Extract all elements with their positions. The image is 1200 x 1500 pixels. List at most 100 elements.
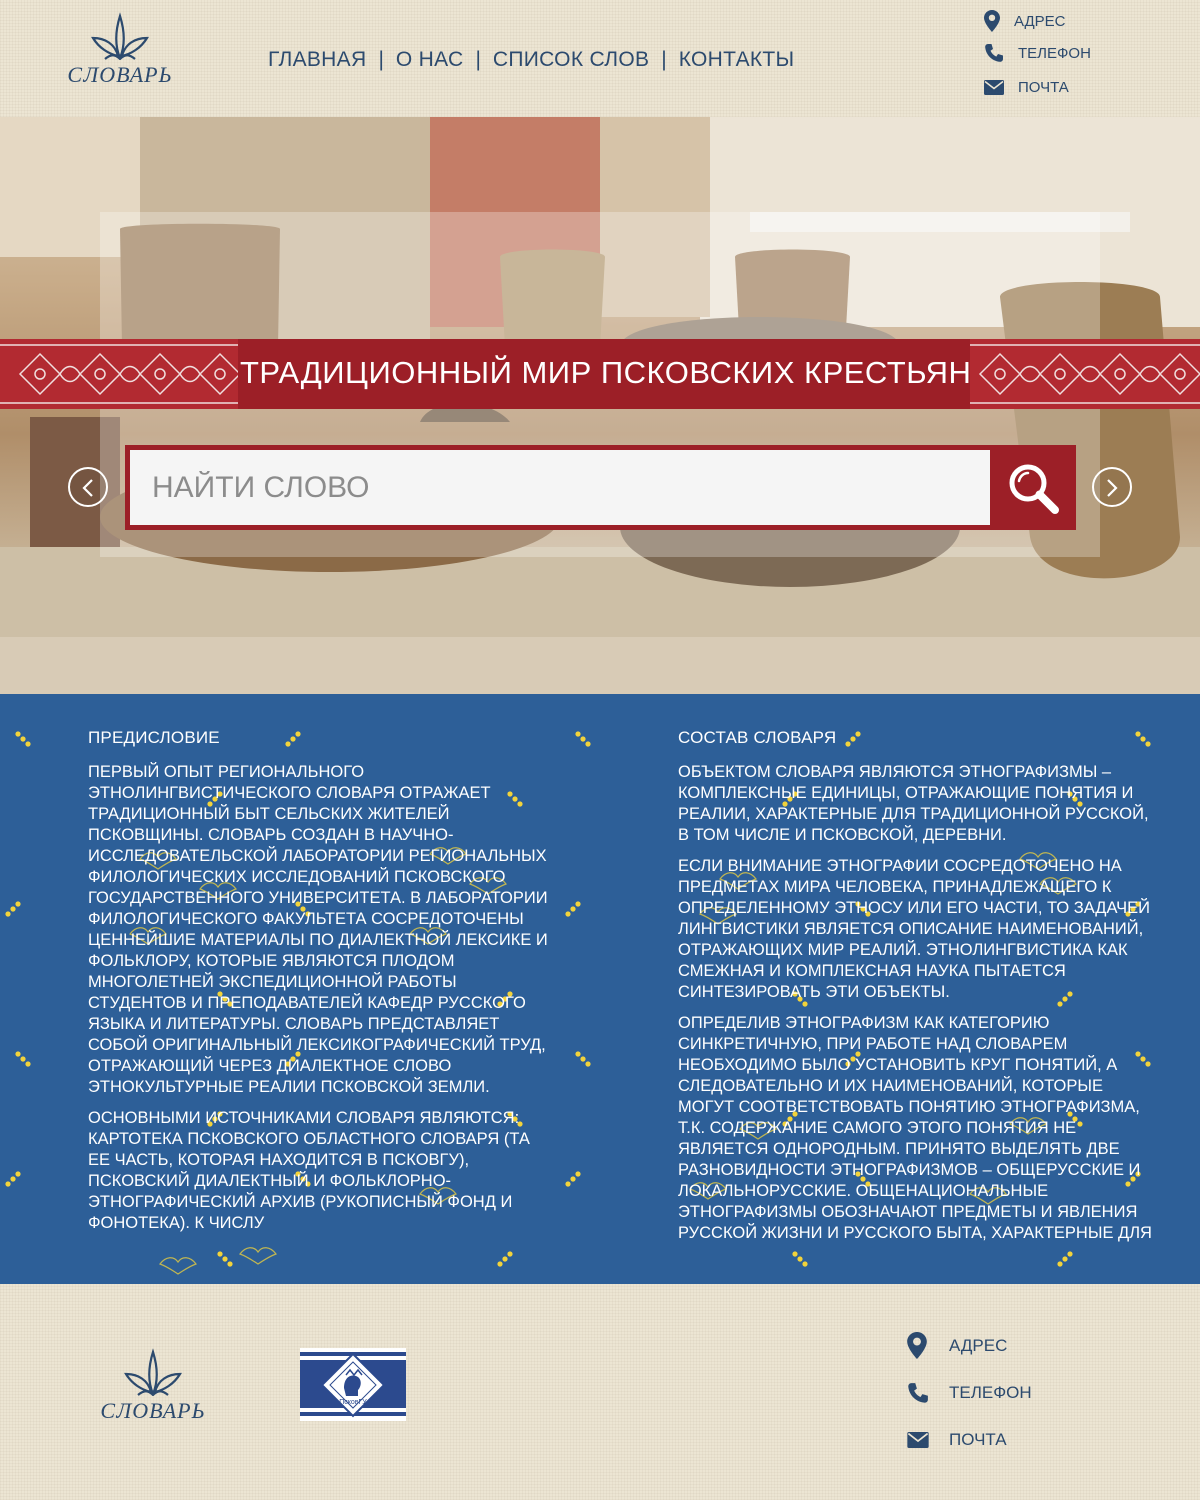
decor-dot <box>20 1056 26 1062</box>
envelope-icon <box>984 80 1004 95</box>
university-logo-text: ПсковГУ <box>339 1399 367 1406</box>
slider-prev-button[interactable] <box>68 467 108 507</box>
header-phone-label: ТЕЛЕФОН <box>1018 44 1091 62</box>
decor-dot <box>507 1251 513 1257</box>
logo-sprout-icon <box>124 1348 182 1396</box>
decor-dot <box>15 901 21 907</box>
decor-dot <box>227 1261 233 1267</box>
decor-bird <box>159 1257 197 1275</box>
footer-address-label: АДРЕС <box>949 1335 1008 1355</box>
university-emblem-icon: ПсковГУ <box>300 1348 406 1421</box>
footer-email-link[interactable]: ПОЧТА <box>907 1430 1007 1450</box>
chevron-left-icon <box>82 479 93 497</box>
decor-dot <box>497 1261 503 1267</box>
site-footer: СЛОВАРЬ ПсковГУ АДРЕС ТЕЛЕФОН ПОЧТА <box>0 1284 1200 1500</box>
header-phone-link[interactable]: ТЕЛЕФОН <box>984 43 1091 63</box>
location-pin-icon <box>907 1332 927 1359</box>
footer-phone-label: ТЕЛЕФОН <box>949 1383 1032 1402</box>
composition-paragraph: ОПРЕДЕЛИВ ЭТНОГРАФИЗМ КАК КАТЕГОРИЮ СИНК… <box>678 1014 1152 1242</box>
header-contacts: АДРЕС ТЕЛЕФОН ПОЧТА <box>984 10 1184 110</box>
header-address-link[interactable]: АДРЕС <box>984 10 1066 32</box>
decor-dot <box>1057 1261 1063 1267</box>
header-address-label: АДРЕС <box>1014 12 1066 30</box>
decor-dot <box>222 1256 228 1262</box>
nav-separator: | <box>661 48 667 71</box>
hero-section: ТРАДИЦИОННЫЙ МИР ПСКОВСКИХ КРЕСТЬЯН <box>0 117 1200 694</box>
preface-paragraph: ПЕРВЫЙ ОПЫТ РЕГИОНАЛЬНОГО ЭТНОЛИНГВИСТИЧ… <box>88 763 548 1096</box>
footer-email-label: ПОЧТА <box>949 1430 1007 1449</box>
slider-next-button[interactable] <box>1092 467 1132 507</box>
ornament-left <box>0 339 238 409</box>
site-logo[interactable]: СЛОВАРЬ <box>60 10 180 88</box>
decor-dot <box>580 1056 586 1062</box>
university-logo[interactable]: ПсковГУ <box>300 1348 406 1421</box>
decor-dot <box>570 1176 576 1182</box>
footer-contacts: АДРЕС ТЕЛЕФОН ПОЧТА <box>907 1332 1107 1462</box>
nav-separator: | <box>475 48 481 71</box>
search-button[interactable] <box>990 445 1076 530</box>
location-pin-icon <box>984 10 1000 32</box>
decor-dot <box>802 1261 808 1267</box>
decor-dot <box>10 1176 16 1182</box>
decor-dot <box>580 736 586 742</box>
preface-column: ПРЕДИСЛОВИЕ ПЕРВЫЙ ОПЫТ РЕГИОНАЛЬНОГО ЭТ… <box>88 728 548 1244</box>
phone-icon <box>908 1383 928 1403</box>
ornament-right <box>970 339 1200 409</box>
search-input[interactable] <box>130 450 990 525</box>
decor-dot <box>20 736 26 742</box>
ornament-icon <box>970 339 1200 409</box>
composition-column: СОСТАВ СЛОВАРЯ ОБЪЕКТОМ СЛОВАРЯ ЯВЛЯЮТСЯ… <box>678 728 1162 1254</box>
decor-dot <box>565 911 571 917</box>
main-nav: ГЛАВНАЯ | О НАС | СПИСОК СЛОВ | КОНТАКТЫ <box>268 48 794 72</box>
footer-logo[interactable]: СЛОВАРЬ <box>93 1346 213 1424</box>
decor-dot <box>5 1181 11 1187</box>
footer-logo-text: СЛОВАРЬ <box>100 1398 206 1423</box>
decor-dot <box>15 1051 21 1057</box>
decor-dot <box>565 1181 571 1187</box>
title-banner: ТРАДИЦИОННЫЙ МИР ПСКОВСКИХ КРЕСТЬЯН <box>0 339 1200 409</box>
decor-dot <box>570 906 576 912</box>
footer-phone-link[interactable]: ТЕЛЕФОН <box>907 1382 1032 1404</box>
chevron-right-icon <box>1107 479 1118 497</box>
decor-dot <box>217 1251 223 1257</box>
decor-dot <box>25 741 31 747</box>
decor-dot <box>15 1171 21 1177</box>
ornament-icon <box>0 339 238 409</box>
site-header: СЛОВАРЬ ГЛАВНАЯ | О НАС | СПИСОК СЛОВ | … <box>0 0 1200 117</box>
decor-dot <box>25 1061 31 1067</box>
preface-paragraph: ОСНОВНЫМИ ИСТОЧНИКАМИ СЛОВАРЯ ЯВЛЯЮТСЯ: … <box>88 1109 530 1232</box>
composition-heading: СОСТАВ СЛОВАРЯ <box>678 728 837 747</box>
composition-paragraph: ОБЪЕКТОМ СЛОВАРЯ ЯВЛЯЮТСЯ ЭТНОГРАФИЗМЫ –… <box>678 763 1149 844</box>
content-section: ПРЕДИСЛОВИЕ ПЕРВЫЙ ОПЫТ РЕГИОНАЛЬНОГО ЭТ… <box>0 694 1200 1284</box>
nav-about[interactable]: О НАС <box>396 48 464 72</box>
decor-dot <box>1062 1256 1068 1262</box>
search-icon <box>1009 464 1059 514</box>
header-email-link[interactable]: ПОЧТА <box>984 79 1069 96</box>
logo-text: СЛОВАРЬ <box>67 62 173 87</box>
decor-dot <box>575 1051 581 1057</box>
composition-paragraph: ЕСЛИ ВНИМАНИЕ ЭТНОГРАФИИ СОСРЕДОТОЧЕНО Н… <box>678 857 1151 1001</box>
footer-address-link[interactable]: АДРЕС <box>907 1332 1007 1359</box>
logo-sprout-icon <box>91 12 149 60</box>
decor-dot <box>575 731 581 737</box>
decor-dot <box>502 1256 508 1262</box>
header-email-label: ПОЧТА <box>1018 79 1069 96</box>
nav-contacts[interactable]: КОНТАКТЫ <box>679 48 795 72</box>
decor-dot <box>15 731 21 737</box>
decor-dot <box>797 1256 803 1262</box>
decor-bird <box>239 1247 277 1265</box>
hero-title: ТРАДИЦИОННЫЙ МИР ПСКОВСКИХ КРЕСТЬЯН <box>240 355 972 390</box>
nav-separator: | <box>378 48 384 71</box>
decor-dot <box>585 741 591 747</box>
nav-word-list[interactable]: СПИСОК СЛОВ <box>493 48 649 72</box>
search-bar <box>125 445 1076 530</box>
decor-dot <box>10 906 16 912</box>
decor-dot <box>5 911 11 917</box>
phone-icon <box>985 44 1003 62</box>
preface-heading: ПРЕДИСЛОВИЕ <box>88 728 220 747</box>
decor-dot <box>585 1061 591 1067</box>
decor-dot <box>575 901 581 907</box>
nav-home[interactable]: ГЛАВНАЯ <box>268 48 366 72</box>
envelope-icon <box>907 1432 929 1448</box>
decor-dot <box>575 1171 581 1177</box>
